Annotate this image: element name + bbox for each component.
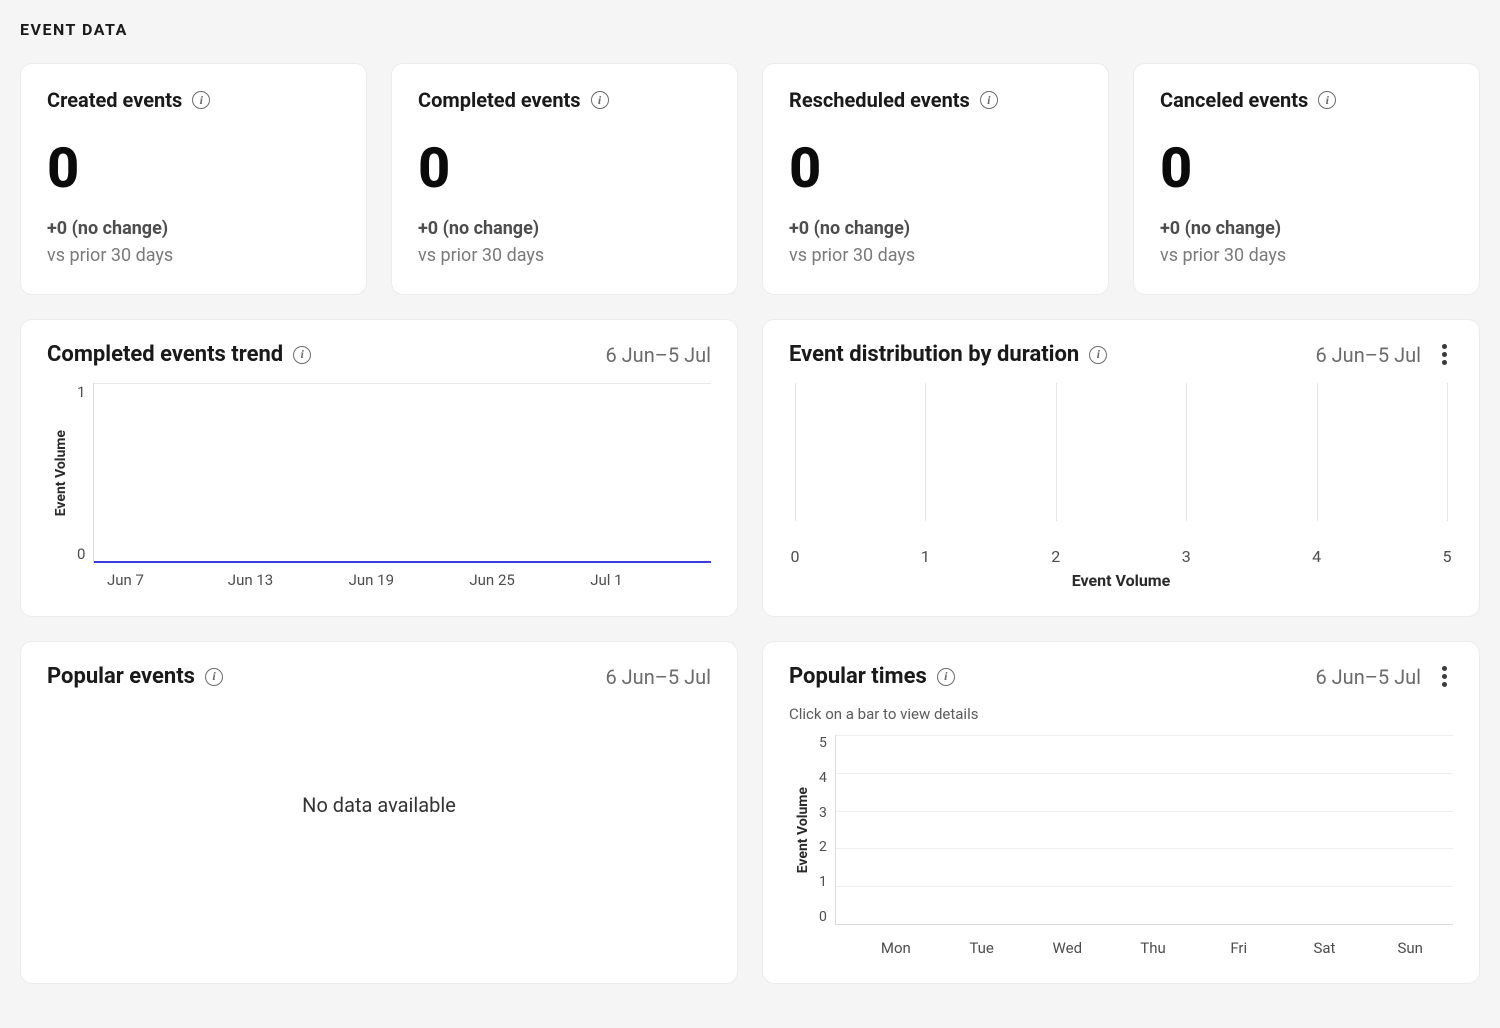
stat-delta: +0 (no change) — [418, 218, 711, 239]
empty-state-text: No data available — [47, 705, 711, 905]
stat-card-title: Rescheduled events — [789, 88, 970, 112]
stat-delta: +0 (no change) — [1160, 218, 1453, 239]
stat-card-title: Created events — [47, 88, 182, 112]
info-icon[interactable]: i — [293, 346, 311, 364]
chart-title: Completed events trend — [47, 342, 283, 367]
x-tick: 5 — [1443, 547, 1452, 566]
stat-cards-grid: Created events i 0 +0 (no change) vs pri… — [20, 63, 1480, 295]
stat-compare: vs prior 30 days — [47, 245, 340, 266]
trend-x-ticks: Jun 7 Jun 13 Jun 19 Jun 25 Jul 1 — [47, 571, 711, 589]
chart-card-distribution: Event distribution by duration i 6 Jun–5… — [762, 319, 1480, 617]
times-y-ticks: 5 4 3 2 1 0 — [819, 735, 835, 925]
stat-compare: vs prior 30 days — [418, 245, 711, 266]
x-tick: Jun 13 — [228, 571, 349, 589]
stat-delta: +0 (no change) — [47, 218, 340, 239]
info-icon[interactable]: i — [205, 668, 223, 686]
stat-value: 0 — [47, 140, 340, 196]
chart-row-1: Completed events trend i 6 Jun–5 Jul Eve… — [20, 319, 1480, 617]
x-tick: Jun 19 — [349, 571, 470, 589]
chart-card-trend: Completed events trend i 6 Jun–5 Jul Eve… — [20, 319, 738, 617]
y-tick: 0 — [819, 909, 827, 925]
y-tick: 1 — [819, 874, 827, 890]
stat-card-canceled: Canceled events i 0 +0 (no change) vs pr… — [1133, 63, 1480, 295]
y-tick: 3 — [819, 805, 827, 821]
more-vertical-icon[interactable] — [1435, 344, 1453, 365]
stat-delta: +0 (no change) — [789, 218, 1082, 239]
section-title: EVENT DATA — [20, 20, 1480, 39]
distribution-plot-area: 0 1 2 3 4 5 — [795, 383, 1447, 543]
x-tick: 2 — [1051, 547, 1060, 566]
x-tick: 3 — [1182, 547, 1191, 566]
x-tick: Sat — [1282, 939, 1368, 957]
x-tick: Tue — [939, 939, 1025, 957]
y-tick: 0 — [77, 545, 85, 563]
x-tick: Fri — [1196, 939, 1282, 957]
trend-plot-area — [93, 383, 711, 563]
x-axis-label: Event Volume — [789, 571, 1453, 590]
trend-y-ticks: 1 0 — [77, 383, 93, 563]
times-plot-area — [835, 735, 1453, 925]
stat-card-created: Created events i 0 +0 (no change) vs pri… — [20, 63, 367, 295]
stat-card-completed: Completed events i 0 +0 (no change) vs p… — [391, 63, 738, 295]
x-tick: Jul 1 — [590, 571, 711, 589]
y-tick: 5 — [819, 735, 827, 751]
stat-value: 0 — [1160, 140, 1453, 196]
y-tick: 4 — [819, 770, 827, 786]
stat-value: 0 — [789, 140, 1082, 196]
stat-card-title: Canceled events — [1160, 88, 1308, 112]
chart-title: Popular times — [789, 664, 927, 689]
x-tick: 0 — [791, 547, 800, 566]
chart-subtitle: Click on a bar to view details — [789, 705, 1453, 723]
y-tick: 2 — [819, 839, 827, 855]
info-icon[interactable]: i — [1318, 91, 1336, 109]
x-tick: Jun 7 — [107, 571, 228, 589]
info-icon[interactable]: i — [192, 91, 210, 109]
stat-card-rescheduled: Rescheduled events i 0 +0 (no change) vs… — [762, 63, 1109, 295]
chart-date-range: 6 Jun–5 Jul — [605, 343, 711, 367]
x-tick: Sun — [1367, 939, 1453, 957]
chart-date-range: 6 Jun–5 Jul — [605, 665, 711, 689]
stat-card-title: Completed events — [418, 88, 581, 112]
times-x-ticks: Mon Tue Wed Thu Fri Sat Sun — [789, 939, 1453, 957]
x-tick: 4 — [1312, 547, 1321, 566]
chart-card-popular-events: Popular events i 6 Jun–5 Jul No data ava… — [20, 641, 738, 984]
chart-card-popular-times: Popular times i 6 Jun–5 Jul Click on a b… — [762, 641, 1480, 984]
x-tick: 1 — [921, 547, 930, 566]
chart-title: Popular events — [47, 664, 195, 689]
y-tick: 1 — [77, 383, 85, 401]
info-icon[interactable]: i — [591, 91, 609, 109]
stat-compare: vs prior 30 days — [789, 245, 1082, 266]
x-tick: Thu — [1110, 939, 1196, 957]
x-tick: Jun 25 — [469, 571, 590, 589]
y-axis-label: Event Volume — [47, 430, 69, 516]
trend-line — [94, 561, 711, 563]
info-icon[interactable]: i — [1089, 346, 1107, 364]
info-icon[interactable]: i — [937, 668, 955, 686]
chart-title: Event distribution by duration — [789, 342, 1079, 367]
stat-compare: vs prior 30 days — [1160, 245, 1453, 266]
stat-value: 0 — [418, 140, 711, 196]
info-icon[interactable]: i — [980, 91, 998, 109]
x-tick: Mon — [853, 939, 939, 957]
chart-date-range: 6 Jun–5 Jul — [1315, 665, 1421, 689]
y-axis-label: Event Volume — [789, 787, 811, 873]
x-tick: Wed — [1024, 939, 1110, 957]
chart-row-2: Popular events i 6 Jun–5 Jul No data ava… — [20, 641, 1480, 984]
more-vertical-icon[interactable] — [1435, 666, 1453, 687]
chart-date-range: 6 Jun–5 Jul — [1315, 343, 1421, 367]
